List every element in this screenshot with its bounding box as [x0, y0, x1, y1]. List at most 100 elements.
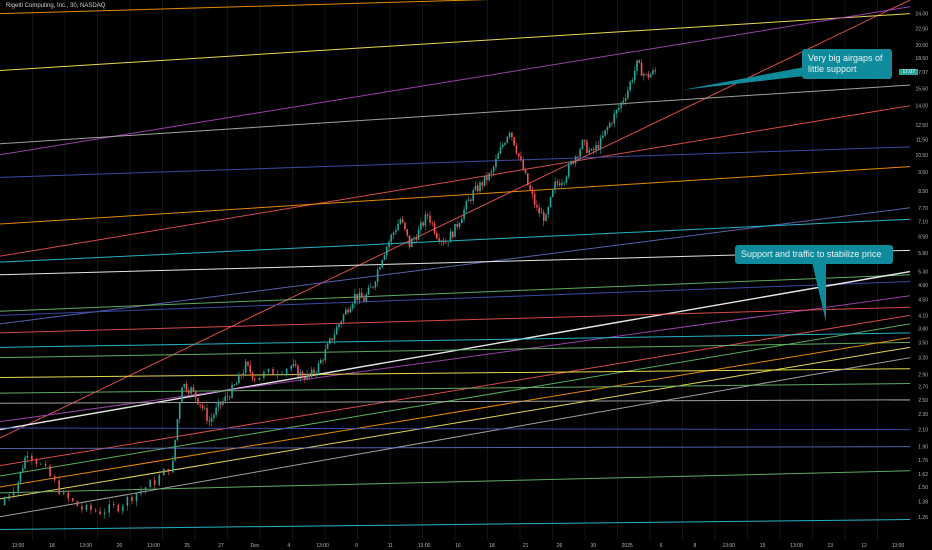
candle-body	[513, 137, 515, 146]
x-tick-label: 11	[388, 543, 393, 549]
candle-body	[561, 183, 563, 186]
candle-body	[347, 309, 349, 313]
candle-body	[533, 194, 536, 205]
candle-body	[488, 173, 490, 181]
candle-body	[629, 81, 631, 91]
candle-body	[611, 122, 613, 124]
candle-body	[81, 506, 83, 510]
candle-body	[176, 419, 179, 440]
candle-body	[552, 189, 554, 197]
candle-body	[458, 223, 461, 227]
candle-body	[520, 156, 522, 160]
candle-body	[567, 164, 570, 177]
candle-body	[319, 359, 322, 364]
candle-body	[492, 166, 495, 172]
x-tick-label: 13:00	[723, 543, 736, 549]
candle-body	[317, 363, 320, 373]
candle-body	[595, 144, 597, 151]
candle-body	[606, 127, 609, 131]
x-tick-label: 25	[184, 543, 190, 549]
candle-body	[149, 480, 151, 488]
candle-body	[486, 176, 488, 181]
candle-body	[35, 459, 38, 464]
candle-body	[474, 185, 477, 191]
candle-body	[213, 414, 215, 419]
candle-body	[472, 190, 474, 201]
candle-body	[356, 293, 358, 301]
candle-body	[322, 359, 324, 361]
candle-body	[570, 161, 572, 165]
candle-body	[231, 384, 233, 398]
candle-body	[388, 241, 390, 248]
candle-body	[410, 239, 413, 247]
candle-body	[422, 222, 424, 226]
callout-airgaps[interactable]: Very big airgaps of little support	[802, 49, 892, 79]
candle-body	[476, 185, 479, 192]
candle-body	[613, 113, 616, 124]
y-tick-label: 3.20	[918, 356, 928, 362]
candle-body	[556, 181, 559, 184]
x-tick-label: 27	[218, 543, 224, 549]
candle-body	[183, 383, 186, 388]
candle-body	[249, 365, 252, 373]
candle-body	[586, 141, 588, 153]
candle-body	[99, 511, 101, 515]
candle-body	[194, 390, 197, 398]
candle-body	[649, 74, 652, 78]
candle-body	[399, 219, 402, 224]
candle-body	[445, 242, 447, 244]
candle-body	[497, 153, 500, 159]
y-tick-label: 9.50	[918, 170, 928, 176]
price-axis[interactable]: 24.0022.0020.0018.5017.0715.5014.0012.50…	[915, 12, 928, 521]
callout-support-text: Support and traffic to stabilize price	[741, 249, 882, 259]
candle-body	[126, 497, 129, 506]
x-tick-label: 2025	[622, 543, 633, 549]
candle-body	[163, 468, 165, 476]
candle-body	[370, 286, 372, 288]
x-tick-label: 13:00	[147, 543, 160, 549]
price-chart[interactable]: 24.00 22.00 20.00 18.50 17.07 15.50 14.00 12.50…	[0, 0, 932, 550]
candle-body	[19, 471, 22, 483]
y-tick-label: 7.70	[918, 206, 928, 212]
candle-body	[258, 377, 261, 381]
candle-body	[62, 492, 65, 494]
candle-body	[501, 144, 504, 148]
candle-body	[24, 457, 26, 469]
candle-body	[633, 70, 636, 80]
candle-body	[563, 182, 565, 184]
candle-body	[244, 361, 247, 373]
candle-body	[240, 374, 242, 376]
candle-body	[524, 170, 527, 174]
candle-body	[144, 487, 147, 491]
callout-airgaps-text: Very big airgaps of little support	[808, 53, 883, 74]
candle-body	[392, 232, 395, 235]
candle-body	[263, 372, 265, 378]
callout-pointers	[682, 66, 826, 322]
time-axis[interactable]: 13:00 18 13:00 20 13:00 25 27 Dec 4 13:00 9 11 13:00…	[12, 543, 905, 549]
candle-body	[292, 364, 295, 366]
x-tick-label: 13:00	[12, 543, 25, 549]
candle-body	[413, 238, 415, 240]
candle-body	[451, 231, 454, 238]
candle-body	[483, 176, 486, 186]
candle-body	[404, 222, 406, 230]
candle-body	[17, 482, 19, 492]
candle-body	[636, 60, 638, 71]
candle-body	[197, 397, 199, 405]
candle-body	[376, 269, 379, 282]
candle-body	[572, 161, 575, 164]
candle-body	[247, 361, 249, 366]
y-tick-label: 12.50	[915, 123, 928, 129]
candle-body	[324, 349, 327, 361]
candle-body	[565, 176, 568, 183]
candle-body	[599, 137, 602, 150]
candle-body	[465, 201, 468, 210]
candle-body	[335, 327, 338, 335]
y-tick-label: 24.00	[915, 12, 928, 18]
callout-support[interactable]: Support and traffic to stabilize price	[735, 245, 893, 264]
candle-body	[94, 510, 97, 512]
y-tick-label: 6.50	[918, 235, 928, 241]
candle-body	[522, 159, 525, 171]
candle-body	[44, 463, 47, 466]
candle-body	[251, 372, 254, 379]
